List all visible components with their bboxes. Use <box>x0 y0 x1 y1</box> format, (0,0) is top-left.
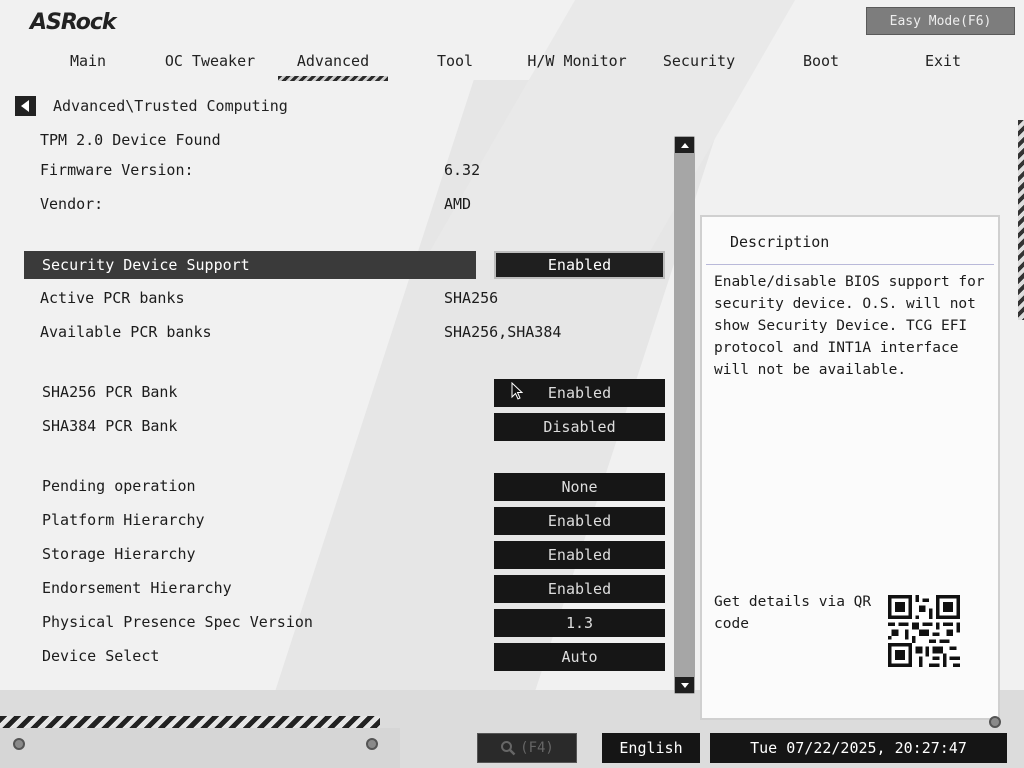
endorsement-hierarchy-label: Endorsement Hierarchy <box>42 579 232 597</box>
search-button[interactable]: (F4) <box>477 733 577 763</box>
sha256-pcr-bank-label: SHA256 PCR Bank <box>42 383 178 401</box>
available-pcr-banks-value: SHA256,SHA384 <box>444 323 562 341</box>
tab-hw-monitor[interactable]: H/W Monitor <box>522 52 632 70</box>
device-select-select[interactable]: Auto <box>494 643 665 671</box>
platform-hierarchy-label: Platform Hierarchy <box>42 511 205 529</box>
datetime-display: Tue 07/22/2025, 20:27:47 <box>710 733 1007 763</box>
main-tabs: Main OC Tweaker Advanced Tool H/W Monito… <box>0 50 1024 81</box>
description-panel: Description Enable/disable BIOS support … <box>700 215 1000 720</box>
pp-spec-version-select[interactable]: 1.3 <box>494 609 665 637</box>
description-title: Description <box>730 233 830 251</box>
footer-plate <box>0 728 400 768</box>
security-device-support-select[interactable]: Enabled <box>494 251 665 279</box>
platform-hierarchy-select[interactable]: Enabled <box>494 507 665 535</box>
tab-advanced[interactable]: Advanced <box>278 52 388 81</box>
tab-oc-tweaker[interactable]: OC Tweaker <box>155 52 265 70</box>
storage-hierarchy-select[interactable]: Enabled <box>494 541 665 569</box>
endorsement-hierarchy-select[interactable]: Enabled <box>494 575 665 603</box>
qr-code-icon <box>888 595 960 667</box>
sha384-pcr-bank-label: SHA384 PCR Bank <box>42 417 178 435</box>
tab-boot[interactable]: Boot <box>766 52 876 70</box>
tab-exit[interactable]: Exit <box>888 52 998 70</box>
security-device-support-row[interactable]: Security Device Support <box>24 251 476 279</box>
firmware-version-label: Firmware Version: <box>40 161 194 179</box>
tab-tool[interactable]: Tool <box>400 52 510 70</box>
asrock-logo: ASRock <box>30 10 117 35</box>
pending-operation-label: Pending operation <box>42 477 196 495</box>
pp-spec-version-label: Physical Presence Spec Version <box>42 613 313 631</box>
storage-hierarchy-label: Storage Hierarchy <box>42 545 196 563</box>
description-text: Enable/disable BIOS support for security… <box>714 274 985 378</box>
footer-stripe <box>0 716 380 728</box>
mouse-cursor-icon <box>511 382 523 400</box>
breadcrumb: Advanced\Trusted Computing <box>15 95 288 117</box>
firmware-version-value: 6.32 <box>444 161 481 179</box>
back-arrow-icon[interactable] <box>15 96 36 116</box>
sha384-pcr-bank-select[interactable]: Disabled <box>494 413 665 441</box>
scrollbar[interactable] <box>674 136 695 694</box>
screw-icon <box>366 738 378 750</box>
tab-security[interactable]: Security <box>644 52 754 70</box>
screw-icon <box>13 738 25 750</box>
scroll-up-icon[interactable] <box>675 137 694 153</box>
vendor-label: Vendor: <box>40 195 104 213</box>
active-pcr-banks-label: Active PCR banks <box>40 289 185 307</box>
description-divider <box>706 264 994 265</box>
easy-mode-button[interactable]: Easy Mode(F6) <box>866 7 1015 35</box>
search-icon <box>501 741 516 756</box>
language-button[interactable]: English <box>602 733 700 763</box>
breadcrumb-path: Advanced\Trusted Computing <box>53 97 288 115</box>
active-pcr-banks-value: SHA256 <box>444 289 499 307</box>
tpm-found-label: TPM 2.0 Device Found <box>40 131 221 149</box>
available-pcr-banks-label: Available PCR banks <box>40 323 212 341</box>
scroll-down-icon[interactable] <box>675 677 694 693</box>
screw-icon <box>989 716 1001 728</box>
tab-main[interactable]: Main <box>33 52 143 70</box>
pending-operation-select[interactable]: None <box>494 473 665 501</box>
qr-label: Get details via QR code <box>714 594 872 632</box>
vendor-value: AMD <box>444 195 472 213</box>
search-key-label: (F4) <box>520 740 554 756</box>
security-device-support-label: Security Device Support <box>42 256 250 274</box>
device-select-label: Device Select <box>42 647 160 665</box>
